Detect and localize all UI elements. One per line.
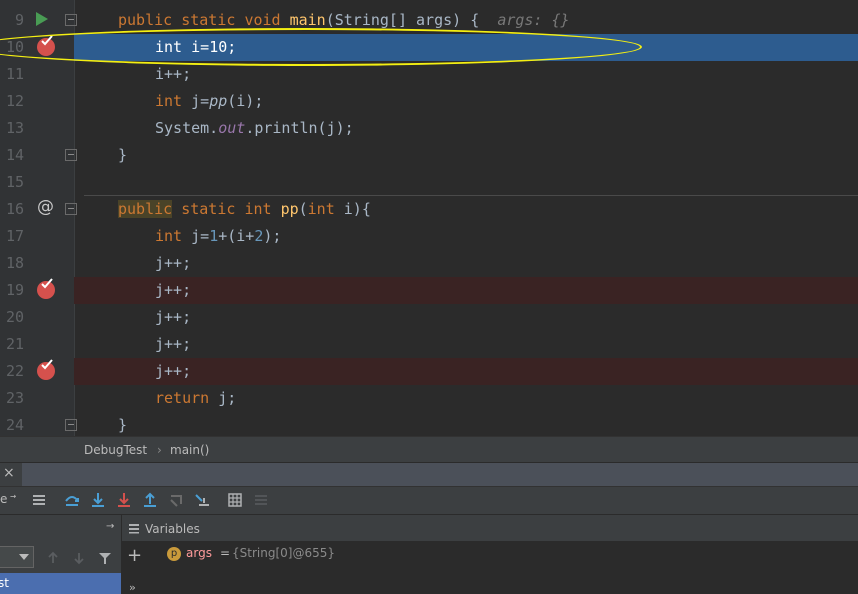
code-line-10[interactable]: 10 int i=10; [0,34,858,61]
variables-title: Variables [145,522,200,536]
line-number: 22 [5,362,24,380]
breadcrumb-separator: › [157,443,162,457]
debug-toolbar: e → [0,486,858,515]
code-line-18[interactable]: 18 j++; [0,250,858,277]
code-text: int i=10; [155,38,237,56]
debug-session-tab[interactable] [22,463,858,487]
breadcrumb: DebugTest › main() [0,436,858,463]
code-line-19[interactable]: 19 j++; [0,277,858,304]
code-text: public static void main(String[] args) {… [118,11,570,29]
variable-name: args [186,546,212,560]
breakpoint-icon[interactable] [37,278,55,299]
force-step-into-icon[interactable] [116,492,132,508]
step-out-icon[interactable] [142,492,158,508]
parameter-hint: args: {} [497,11,570,29]
thread-select[interactable] [0,546,34,568]
code-line-16[interactable]: 16 public static int pp(int i){ [0,196,858,223]
method-at-icon[interactable]: @ [37,197,54,217]
line-number: 11 [5,65,24,83]
code-text: j++; [155,335,192,353]
line-number: 10 [5,38,24,56]
code-text: int j=pp(i); [155,92,264,110]
code-line-21[interactable]: 21 j++; [0,331,858,358]
code-line-9[interactable]: 9 public static void main(String[] args)… [0,7,858,34]
pin-icon[interactable]: → [106,521,114,532]
line-number: 21 [5,335,24,353]
run-gutter-icon[interactable] [36,12,48,26]
code-line-15[interactable]: 15 [0,169,858,196]
trace-icon[interactable] [253,492,269,508]
breakpoint-icon[interactable] [37,359,55,380]
code-line-11[interactable]: 11 i++; [0,61,858,88]
frame-label: st [0,576,9,590]
toolbar-label: e [0,492,8,506]
line-number: 23 [5,389,24,407]
variable-equals: = [220,546,231,560]
line-number: 12 [5,92,24,110]
pin-icon[interactable]: → [10,491,16,502]
evaluate-icon[interactable] [227,492,243,508]
line-number: 17 [5,227,24,245]
arrow-down-icon[interactable] [72,551,86,565]
code-line-23[interactable]: 23 return j; [0,385,858,412]
line-number: 18 [5,254,24,272]
add-watch-icon[interactable]: + [127,545,142,566]
variables-panel-header: → Variables [0,514,858,542]
code-text: i++; [155,65,192,83]
layout-icon[interactable] [31,492,47,508]
code-line-17[interactable]: 17 int j=1+(i+2); [0,223,858,250]
variable-value: {String[0]@655} [232,546,335,560]
code-text: System.out.println(j); [155,119,354,137]
line-number: 9 [14,11,24,29]
drop-frame-icon[interactable] [168,492,184,508]
code-text: } [118,416,128,434]
variables-panel: + » p args = {String[0]@655} [122,541,858,594]
fold-icon[interactable] [65,14,77,26]
line-number: 20 [5,308,24,326]
debug-tab-bar: × [0,462,858,487]
code-line-14[interactable]: 14 } [0,142,858,169]
code-line-24[interactable]: 24 } [0,412,858,436]
breadcrumb-method[interactable]: main() [170,437,209,463]
breadcrumb-class[interactable]: DebugTest [84,437,147,463]
frames-panel: st [0,541,122,594]
line-number: 24 [5,416,24,434]
run-to-cursor-icon[interactable] [194,492,210,508]
line-number: 19 [5,281,24,299]
filter-icon[interactable] [98,551,112,565]
chevron-down-icon [19,554,29,560]
code-text: j++; [155,362,192,380]
parameter-badge-icon: p [167,547,181,561]
line-number: 13 [5,119,24,137]
arrow-up-icon[interactable] [46,551,60,565]
step-into-icon[interactable] [90,492,106,508]
close-icon[interactable]: × [3,465,15,481]
code-text: int j=1+(i+2); [155,227,282,245]
line-number: 15 [5,173,24,191]
chevron-double-right-icon[interactable]: » [129,581,136,594]
code-text: } [118,146,128,164]
step-over-icon[interactable] [64,492,80,508]
code-line-12[interactable]: 12 int j=pp(i); [0,88,858,115]
code-text: j++; [155,308,192,326]
code-line-20[interactable]: 20 j++; [0,304,858,331]
code-text: return j; [155,389,237,407]
code-line-13[interactable]: 13 System.out.println(j); [0,115,858,142]
code-line-22[interactable]: 22 j++; [0,358,858,385]
frame-item-selected[interactable]: st [0,573,121,594]
code-editor[interactable]: 9 public static void main(String[] args)… [0,0,858,436]
code-text: j++; [155,254,192,272]
line-number: 16 [5,200,24,218]
fold-icon[interactable] [65,203,77,215]
breakpoint-icon[interactable] [37,35,55,56]
layout-icon[interactable] [128,522,140,534]
line-number: 14 [5,146,24,164]
fold-icon[interactable] [65,149,77,161]
fold-icon[interactable] [65,419,77,431]
code-text: j++; [155,281,192,299]
code-text: public static int pp(int i){ [118,200,371,218]
